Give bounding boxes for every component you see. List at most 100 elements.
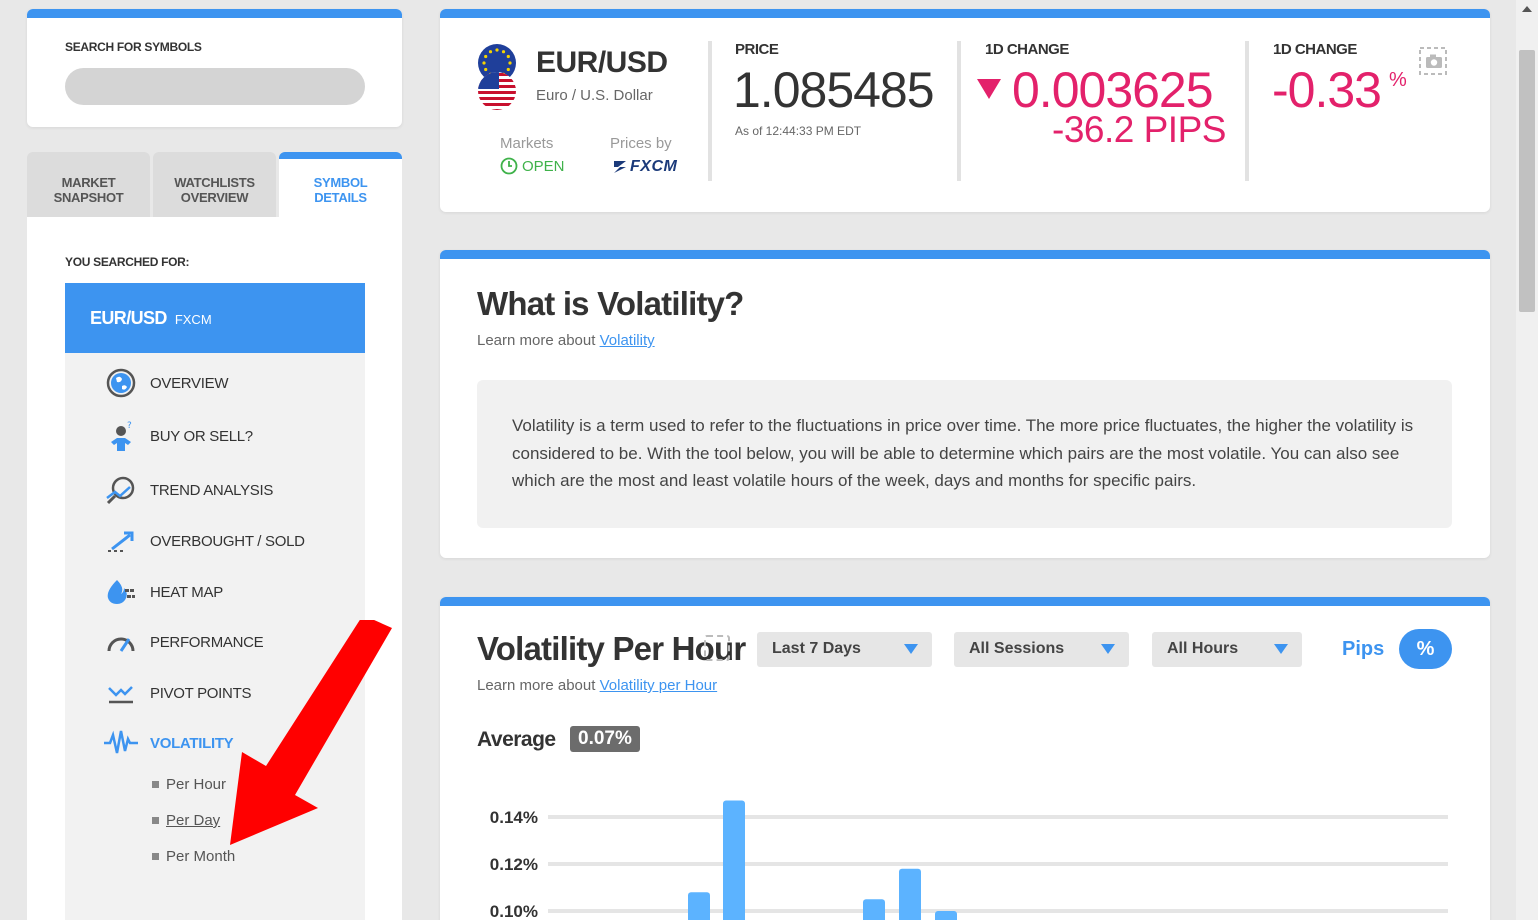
- person-question-icon: ?: [103, 418, 139, 454]
- pulse-icon: [103, 725, 139, 761]
- clock-icon: [500, 157, 518, 175]
- tab-label: WATCHLISTS: [174, 175, 255, 190]
- menu-label: BUY OR SELL?: [150, 427, 253, 445]
- pct-change-value: -0.33: [1272, 62, 1382, 118]
- scroll-up-arrow-icon[interactable]: [1522, 6, 1532, 12]
- fxcm-logo[interactable]: FXCM: [612, 158, 677, 176]
- menu-label: OVERBOUGHT / SOLD: [150, 532, 305, 550]
- submenu-per-month[interactable]: Per Month: [152, 848, 235, 865]
- flame-icon: [103, 574, 139, 610]
- volatility-per-hour-card: Volatility Per Hour Learn more about Vol…: [440, 597, 1490, 920]
- submenu-label: Per Day: [166, 812, 221, 829]
- menu-label: TREND ANALYSIS: [150, 481, 274, 499]
- fxcm-mark-icon: [614, 161, 626, 173]
- change-label: 1D CHANGE: [985, 41, 1069, 58]
- volatility-link[interactable]: Volatility: [600, 332, 655, 349]
- price-timestamp: As of 12:44:33 PM EDT: [735, 124, 862, 138]
- y-tick-label: 0.14%: [490, 808, 538, 827]
- scroll-thumb[interactable]: [1519, 50, 1535, 312]
- bullet-icon: [152, 817, 159, 824]
- tab-watchlists-overview[interactable]: WATCHLISTS OVERVIEW: [153, 152, 276, 217]
- learn-more-prefix: Learn more about: [477, 677, 596, 694]
- sessions-dropdown[interactable]: All Sessions: [954, 632, 1129, 667]
- down-triangle-icon: [977, 79, 1001, 99]
- chart-bar[interactable]: [688, 892, 710, 920]
- pct-change-label: 1D CHANGE: [1273, 41, 1357, 58]
- submenu-per-hour[interactable]: Per Hour: [152, 776, 226, 793]
- period-dropdown[interactable]: Last 7 Days: [757, 632, 932, 667]
- pair-title: EUR/USD: [536, 46, 668, 79]
- dropdown-value: All Sessions: [969, 640, 1065, 657]
- selected-symbol-header[interactable]: EUR/USD FXCM: [65, 283, 365, 353]
- volatility-info-card: What is Volatility? Learn more about Vol…: [440, 250, 1490, 558]
- chart-bar[interactable]: [723, 800, 745, 920]
- fxcm-logo-text: FXCM: [630, 158, 678, 175]
- markets-status-text: OPEN: [522, 157, 565, 175]
- average-label: Average: [477, 728, 556, 751]
- tab-symbol-details[interactable]: SYMBOL DETAILS: [279, 152, 402, 218]
- searched-label: YOU SEARCHED FOR:: [65, 255, 190, 269]
- learn-more-prefix: Learn more about: [477, 332, 596, 349]
- divider: [957, 41, 961, 181]
- expand-icon[interactable]: [704, 635, 730, 661]
- percent-toggle[interactable]: %: [1399, 629, 1452, 669]
- dropdown-value: All Hours: [1167, 640, 1239, 657]
- volatility-per-hour-link[interactable]: Volatility per Hour: [600, 677, 718, 694]
- volatility-per-hour-chart: 0.14% 0.12% 0.10%: [490, 800, 1448, 920]
- caret-down-icon: [1274, 644, 1288, 654]
- price-label: PRICE: [735, 41, 779, 58]
- chart-bar[interactable]: [935, 911, 957, 920]
- learn-more: Learn more about Volatility per Hour: [477, 677, 717, 694]
- menu-label: HEAT MAP: [150, 583, 223, 601]
- prices-by-label: Prices by: [610, 135, 672, 152]
- menu-item-trend-analysis[interactable]: TREND ANALYSIS: [103, 472, 273, 508]
- selected-provider: FXCM: [174, 312, 212, 327]
- selected-symbol: EUR/USD: [90, 308, 167, 328]
- search-input[interactable]: [65, 68, 365, 105]
- pips-toggle[interactable]: Pips: [1342, 638, 1384, 661]
- caret-down-icon: [904, 644, 918, 654]
- chart-bar[interactable]: [899, 868, 921, 920]
- y-tick-label: 0.12%: [490, 855, 538, 874]
- menu-label: OVERVIEW: [150, 374, 229, 392]
- menu-item-buy-or-sell[interactable]: ? BUY OR SELL?: [103, 418, 253, 454]
- page-scrollbar[interactable]: [1516, 0, 1538, 920]
- submenu-per-day[interactable]: Per Day: [152, 812, 220, 829]
- bullet-icon: [152, 853, 159, 860]
- tab-label: SYMBOL: [313, 175, 368, 190]
- hours-dropdown[interactable]: All Hours: [1152, 632, 1302, 667]
- markets-label: Markets: [500, 135, 554, 152]
- caret-down-icon: [1101, 644, 1115, 654]
- divider: [1245, 41, 1249, 181]
- menu-item-overview[interactable]: OVERVIEW: [103, 365, 228, 401]
- change-pips: -36.2 PIPS: [1052, 109, 1226, 150]
- menu-item-volatility[interactable]: VOLATILITY: [103, 725, 234, 761]
- dropdown-value: Last 7 Days: [772, 640, 861, 657]
- pct-sign: %: [1389, 69, 1407, 91]
- gauge-icon: [103, 624, 139, 660]
- chart-bar[interactable]: [863, 899, 885, 920]
- menu-item-heat-map[interactable]: HEAT MAP: [103, 574, 223, 610]
- average-badge: 0.07%: [570, 726, 640, 752]
- magnifier-trend-icon: [103, 472, 139, 508]
- pivot-chart-icon: [103, 675, 139, 711]
- markets-status: OPEN: [500, 157, 565, 175]
- divider: [708, 41, 712, 181]
- quote-card: EUR/USD Euro / U.S. Dollar Markets OPEN …: [440, 9, 1490, 212]
- search-card: SEARCH FOR SYMBOLS: [27, 9, 402, 127]
- tab-label: SNAPSHOT: [53, 190, 124, 205]
- volatility-title: What is Volatility?: [477, 285, 744, 322]
- svg-text:?: ?: [127, 421, 132, 431]
- eur-usd-flag-icon: [478, 44, 516, 110]
- tab-market-snapshot[interactable]: MARKET SNAPSHOT: [27, 152, 150, 217]
- camera-icon[interactable]: [1419, 47, 1447, 75]
- volatility-description: Volatility is a term used to refer to th…: [477, 380, 1452, 528]
- tab-label: MARKET: [61, 175, 116, 190]
- submenu-label: Per Month: [166, 848, 236, 865]
- arrow-up-dotted-icon: [103, 523, 139, 559]
- search-label: SEARCH FOR SYMBOLS: [65, 40, 202, 54]
- learn-more: Learn more about Volatility: [477, 332, 655, 349]
- menu-item-overbought-sold[interactable]: OVERBOUGHT / SOLD: [103, 523, 305, 559]
- y-tick-label: 0.10%: [490, 902, 538, 920]
- annotation-arrow-icon: [230, 620, 392, 845]
